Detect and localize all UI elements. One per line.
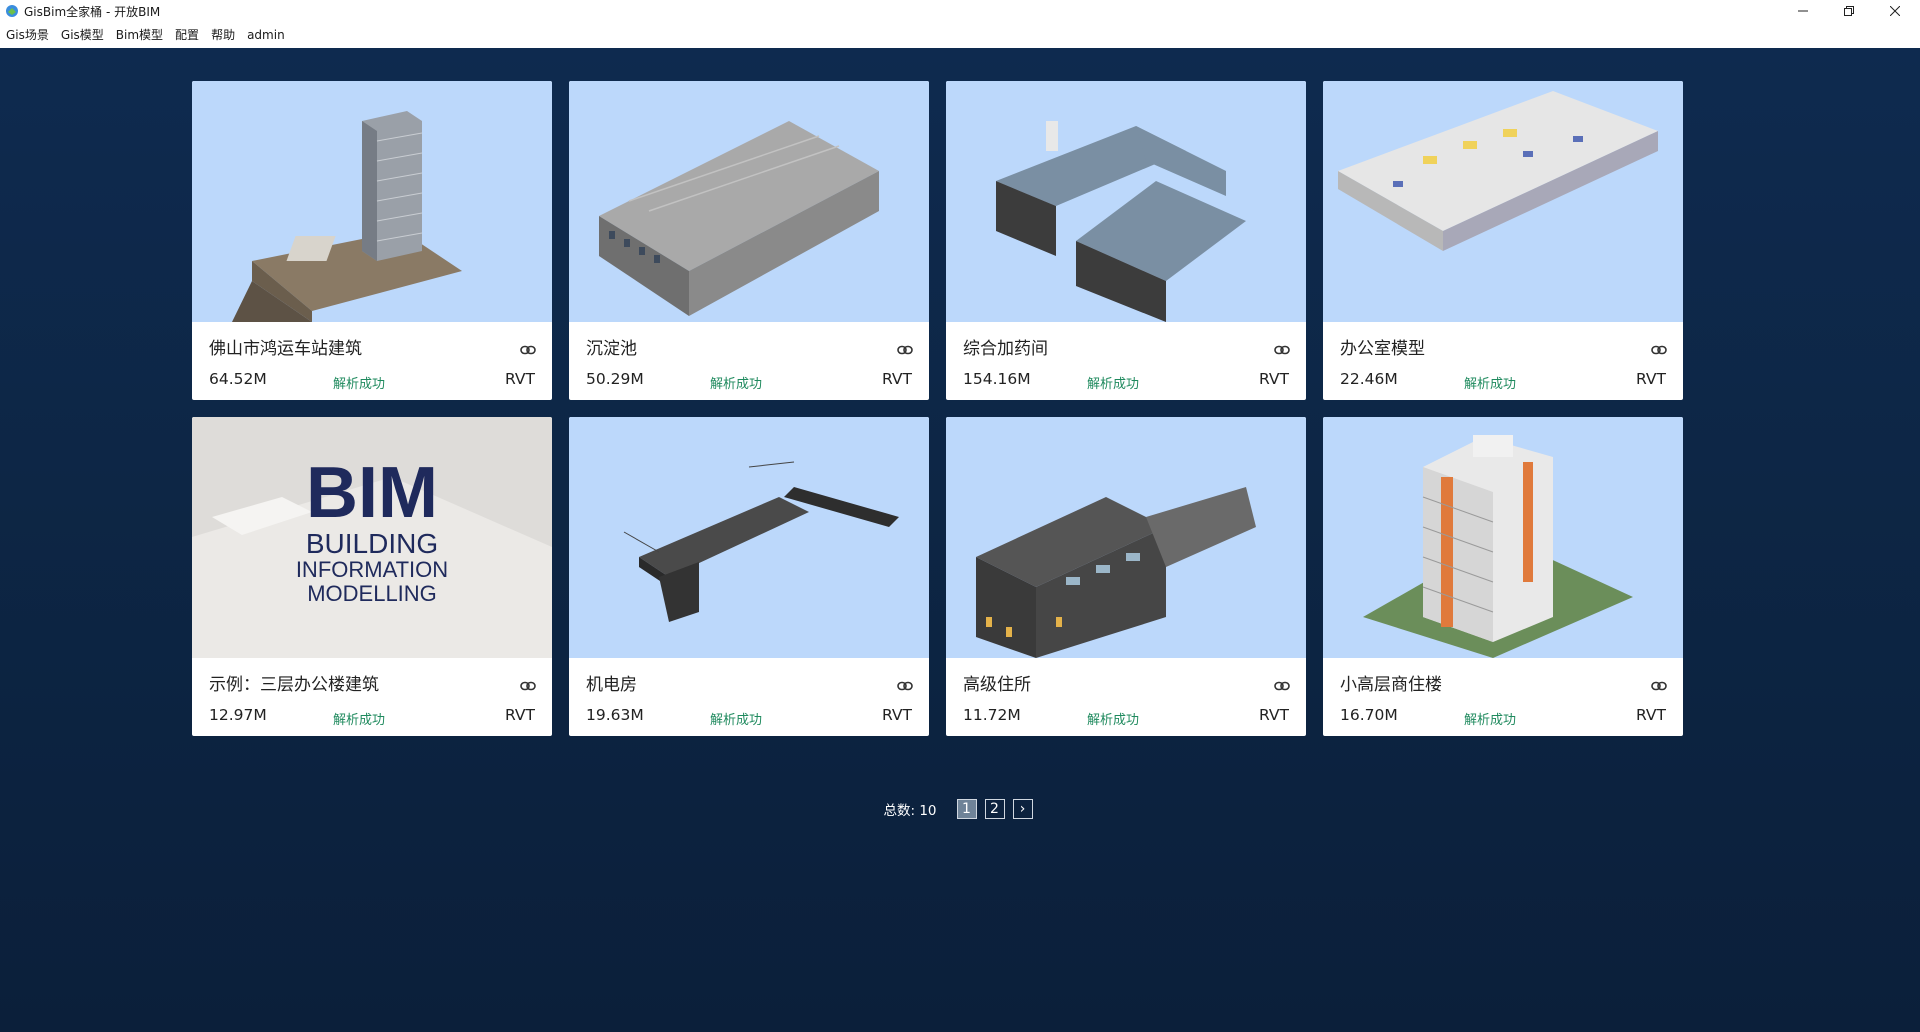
total-count: 总数: 10 bbox=[883, 803, 937, 819]
model-card[interactable]: 沉淀池 50.29M 解析成功 RVT bbox=[569, 81, 929, 400]
model-title: 小高层商住楼 bbox=[1340, 675, 1442, 695]
link-icon[interactable] bbox=[897, 345, 913, 355]
window-title: GisBim全家桶 - 开放BIM bbox=[24, 4, 161, 19]
link-icon[interactable] bbox=[897, 681, 913, 691]
model-size: 19.63M bbox=[586, 706, 644, 724]
bim-logo-line2: INFORMATION bbox=[296, 557, 448, 582]
file-type: RVT bbox=[505, 706, 535, 724]
model-title: 机电房 bbox=[586, 675, 637, 695]
file-type: RVT bbox=[1636, 706, 1666, 724]
minimize-icon bbox=[1798, 10, 1808, 12]
model-size: 12.97M bbox=[209, 706, 267, 724]
page-button-2[interactable]: 2 bbox=[984, 799, 1005, 819]
close-button[interactable] bbox=[1872, 0, 1918, 22]
model-card[interactable]: 机电房 19.63M 解析成功 RVT bbox=[569, 417, 929, 736]
model-thumbnail[interactable] bbox=[1323, 81, 1683, 322]
model-thumbnail[interactable] bbox=[1323, 417, 1683, 658]
bim-logo-big: BIM bbox=[306, 453, 438, 533]
status-label: 解析成功 bbox=[710, 377, 763, 392]
status-label: 解析成功 bbox=[710, 713, 763, 728]
model-title: 佛山市鸿运车站建筑 bbox=[209, 339, 362, 359]
model-thumbnail[interactable] bbox=[946, 417, 1306, 658]
status-label: 解析成功 bbox=[333, 377, 386, 392]
model-thumbnail[interactable] bbox=[192, 81, 552, 322]
link-icon[interactable] bbox=[1274, 345, 1290, 355]
main-content: 佛山市鸿运车站建筑 64.52M 解析成功 RVT 沉淀池 50.29M 解析成… bbox=[0, 48, 1920, 1032]
model-title: 示例：三层办公楼建筑 bbox=[209, 675, 379, 695]
model-card[interactable]: 办公室模型 22.46M 解析成功 RVT bbox=[1323, 81, 1683, 400]
file-type: RVT bbox=[1636, 370, 1666, 388]
model-size: 16.70M bbox=[1340, 706, 1398, 724]
pagination: 总数: 10 1 2 › bbox=[0, 799, 1920, 819]
menu-bar: Gis场景 Gis模型 Bim模型 配置 帮助 admin bbox=[0, 22, 1920, 48]
file-type: RVT bbox=[505, 370, 535, 388]
model-title: 综合加药间 bbox=[963, 339, 1048, 359]
file-type: RVT bbox=[1259, 370, 1289, 388]
file-type: RVT bbox=[1259, 706, 1289, 724]
menu-gis-scene[interactable]: Gis场景 bbox=[0, 22, 55, 48]
model-title: 办公室模型 bbox=[1340, 339, 1425, 359]
model-size: 154.16M bbox=[963, 370, 1031, 388]
model-card[interactable]: 佛山市鸿运车站建筑 64.52M 解析成功 RVT bbox=[192, 81, 552, 400]
model-title: 沉淀池 bbox=[586, 339, 637, 359]
bim-logo-line1: BUILDING bbox=[306, 528, 438, 559]
close-icon bbox=[1890, 6, 1900, 16]
status-label: 解析成功 bbox=[1087, 377, 1140, 392]
title-bar: GisBim全家桶 - 开放BIM bbox=[0, 0, 1920, 22]
model-card[interactable]: 综合加药间 154.16M 解析成功 RVT bbox=[946, 81, 1306, 400]
status-label: 解析成功 bbox=[1464, 713, 1517, 728]
model-thumbnail[interactable] bbox=[569, 81, 929, 322]
model-thumbnail[interactable] bbox=[569, 417, 929, 658]
model-size: 50.29M bbox=[586, 370, 644, 388]
menu-help[interactable]: 帮助 bbox=[205, 22, 241, 48]
model-thumbnail[interactable]: BIM BUILDING INFORMATION MODELLING bbox=[192, 417, 552, 658]
status-label: 解析成功 bbox=[333, 713, 386, 728]
bim-logo-line3: MODELLING bbox=[307, 581, 437, 606]
menu-user[interactable]: admin bbox=[241, 22, 291, 48]
link-icon[interactable] bbox=[1651, 681, 1667, 691]
model-size: 22.46M bbox=[1340, 370, 1398, 388]
model-title: 高级住所 bbox=[963, 675, 1031, 695]
file-type: RVT bbox=[882, 706, 912, 724]
model-card[interactable]: 高级住所 11.72M 解析成功 RVT bbox=[946, 417, 1306, 736]
model-size: 11.72M bbox=[963, 706, 1021, 724]
model-size: 64.52M bbox=[209, 370, 267, 388]
status-label: 解析成功 bbox=[1087, 713, 1140, 728]
link-icon[interactable] bbox=[520, 681, 536, 691]
file-type: RVT bbox=[882, 370, 912, 388]
status-label: 解析成功 bbox=[1464, 377, 1517, 392]
next-page-button[interactable]: › bbox=[1012, 799, 1033, 819]
menu-gis-model[interactable]: Gis模型 bbox=[55, 22, 110, 48]
minimize-button[interactable] bbox=[1780, 0, 1826, 22]
restore-button[interactable] bbox=[1826, 0, 1872, 22]
link-icon[interactable] bbox=[1274, 681, 1290, 691]
menu-bim-model[interactable]: Bim模型 bbox=[110, 22, 169, 48]
model-thumbnail[interactable] bbox=[946, 81, 1306, 322]
model-card[interactable]: 小高层商住楼 16.70M 解析成功 RVT bbox=[1323, 417, 1683, 736]
model-card[interactable]: BIM BUILDING INFORMATION MODELLING 示例：三层… bbox=[192, 417, 552, 736]
link-icon[interactable] bbox=[1651, 345, 1667, 355]
menu-config[interactable]: 配置 bbox=[169, 22, 205, 48]
page-button-1[interactable]: 1 bbox=[956, 799, 977, 819]
link-icon[interactable] bbox=[520, 345, 536, 355]
app-icon bbox=[6, 5, 18, 17]
restore-icon bbox=[1844, 6, 1854, 16]
